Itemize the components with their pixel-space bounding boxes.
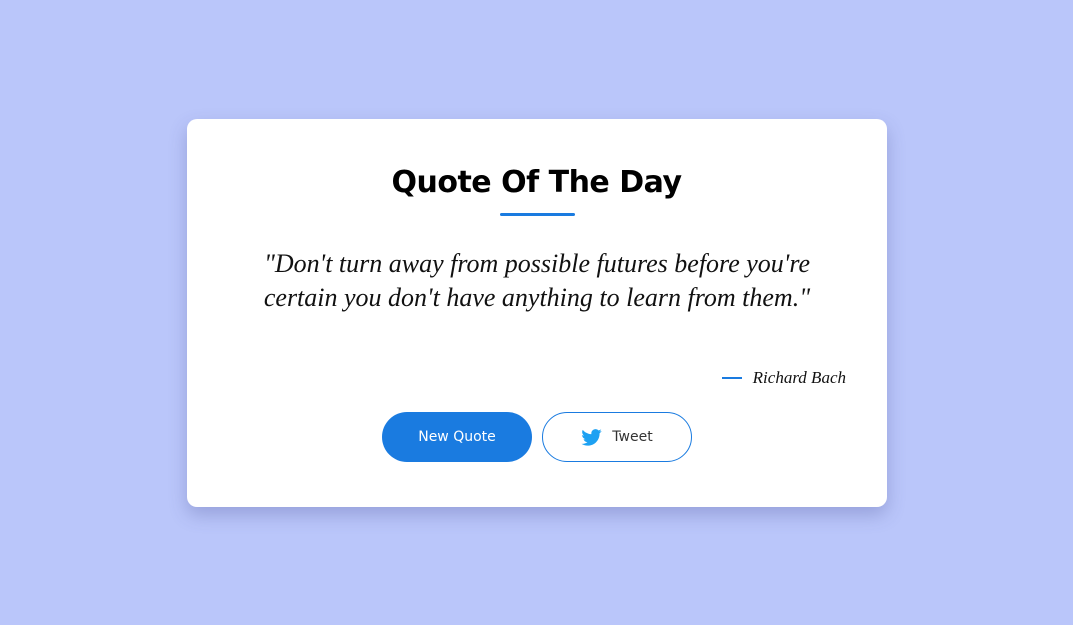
tweet-label: Tweet [612, 429, 653, 445]
title-underline [500, 213, 575, 216]
page-title: Quote Of The Day [391, 165, 683, 200]
new-quote-label: New Quote [418, 429, 496, 445]
tweet-button[interactable]: Tweet [542, 412, 692, 462]
author-dash [721, 377, 742, 379]
author-name: Richard Bach [752, 368, 846, 387]
new-quote-button[interactable]: New Quote [382, 412, 532, 462]
twitter-icon [581, 428, 602, 446]
author-row: Richard Bach [721, 366, 846, 390]
quote-text: "Don't turn away from possible futures b… [263, 249, 811, 312]
